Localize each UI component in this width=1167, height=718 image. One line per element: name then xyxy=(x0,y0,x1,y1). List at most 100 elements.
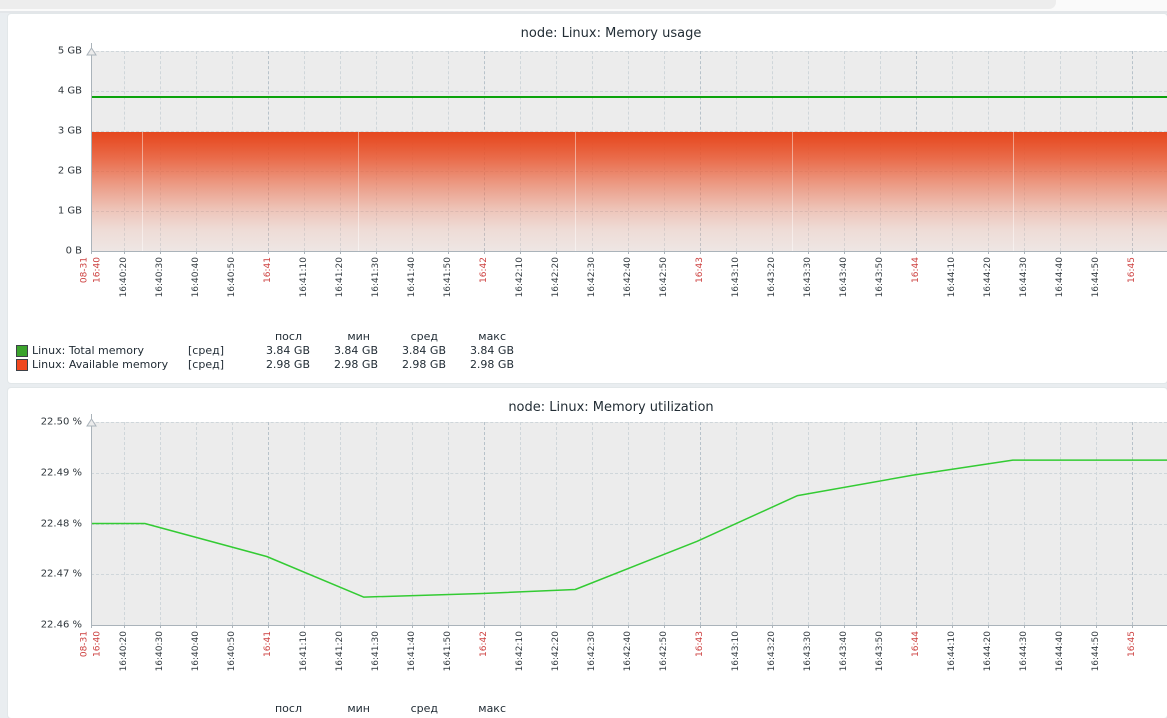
legend-column-header: сред xyxy=(378,702,446,716)
x-tick-label: 16:44:20 xyxy=(982,631,994,671)
memory-usage-panel: node: Linux: Memory usage послминсредмак… xyxy=(8,14,1167,383)
area-streak xyxy=(142,132,143,251)
legend-swatch xyxy=(16,345,28,357)
y-tick-label: 2 GB xyxy=(8,166,82,177)
memory-utilization-panel: node: Linux: Memory utilization послминс… xyxy=(8,388,1167,718)
memory-usage-legend: послминсредмаксLinux: Total memory[сред]… xyxy=(16,330,514,372)
x-tick-label: 16:41:40 xyxy=(406,257,418,297)
x-tick-label: 16:43:30 xyxy=(802,257,814,297)
legend-value: 3.84 GB xyxy=(242,344,310,358)
x-tick-label: 16:42:10 xyxy=(514,631,526,671)
legend-value: 2.98 GB xyxy=(378,358,446,372)
x-tick-label: 16:42:50 xyxy=(658,257,670,297)
series-area-available-memory xyxy=(91,132,1167,251)
x-tick-label: 16:44:30 xyxy=(1018,631,1030,671)
x-tick-label: 16:42:10 xyxy=(514,257,526,297)
x-tick-label: 16:43:10 xyxy=(730,257,742,297)
series-line-memory-utilization xyxy=(91,422,1167,625)
x-tick-label: 16:44:50 xyxy=(1090,631,1102,671)
legend-column-header: посл xyxy=(242,702,310,716)
y-axis-arrow-icon xyxy=(86,41,97,60)
x-tick-label: 16:42:30 xyxy=(586,257,598,297)
legend-value: 3.84 GB xyxy=(378,344,446,358)
legend-column-header: мин xyxy=(310,702,378,716)
x-tick-label: 16:43:40 xyxy=(838,631,850,671)
area-streak xyxy=(575,132,576,251)
area-streak xyxy=(1013,132,1014,251)
x-tick-label: 16:41:30 xyxy=(370,631,382,671)
x-tick-label: 16:40:30 xyxy=(154,631,166,671)
x-tick-label: 16:42 xyxy=(478,631,490,657)
x-tick-label: 16:41 xyxy=(262,631,274,657)
x-tick-label: 16:42:50 xyxy=(658,631,670,671)
legend-header-row: послминсредмакс xyxy=(16,702,514,716)
x-tick-label: 16:41:40 xyxy=(406,631,418,671)
y-tick-label: 22.47 % xyxy=(8,569,82,580)
y-axis xyxy=(91,414,92,625)
y-tick-label: 0 B xyxy=(8,246,82,257)
y-tick-label: 5 GB xyxy=(8,46,82,57)
y-tick-label: 22.46 % xyxy=(8,620,82,631)
x-tick-label: 16:41:20 xyxy=(334,631,346,671)
legend-column-header: макс xyxy=(446,702,514,716)
x-tick-label: 16:41 xyxy=(262,257,274,283)
x-tick-label: 16:40:40 xyxy=(190,257,202,297)
chart-title: node: Linux: Memory utilization xyxy=(91,400,1131,415)
chart-title: node: Linux: Memory usage xyxy=(91,26,1131,41)
y-tick-label: 22.48 % xyxy=(8,518,82,529)
legend-swatch-cell xyxy=(16,359,32,371)
x-tick-label: 16:43:10 xyxy=(730,631,742,671)
x-tick-label: 16:42:40 xyxy=(622,257,634,297)
x-tick-label: 16:41:50 xyxy=(442,631,454,671)
memory-utilization-plot[interactable] xyxy=(91,422,1167,625)
x-tick-label: 16:40:30 xyxy=(154,257,166,297)
legend-row: Linux: Total memory[сред]3.84 GB3.84 GB3… xyxy=(16,344,514,358)
legend-function-label: [сред] xyxy=(188,358,242,372)
x-axis xyxy=(91,251,1167,252)
y-tick-label: 3 GB xyxy=(8,126,82,137)
x-tick-label: 16:44:30 xyxy=(1018,257,1030,297)
x-tick-label: 16:42 xyxy=(478,257,490,283)
x-tick-label: 16:42:40 xyxy=(622,631,634,671)
y-axis-arrow-icon xyxy=(86,412,97,431)
x-tick-label: 16:43:20 xyxy=(766,631,778,671)
x-tick-label: 16:41:20 xyxy=(334,257,346,297)
x-tick-label: 16:44:40 xyxy=(1054,257,1066,297)
y-tick-label: 4 GB xyxy=(8,86,82,97)
window-chrome-strip xyxy=(0,0,1167,13)
legend-value: 3.84 GB xyxy=(446,344,514,358)
x-tick-label: 16:45 xyxy=(1126,631,1138,657)
x-tick-label: 16:44:50 xyxy=(1090,257,1102,297)
x-tick-label: 08-3116:40 xyxy=(79,257,104,283)
x-tick-label: 16:41:30 xyxy=(370,257,382,297)
legend-column-header: сред xyxy=(378,330,446,344)
y-axis xyxy=(91,43,92,251)
legend-value: 2.98 GB xyxy=(310,358,378,372)
x-tick-label: 16:44:10 xyxy=(946,631,958,671)
memory-usage-plot[interactable] xyxy=(91,51,1167,251)
memory-utilization-legend: послминсредмакс xyxy=(16,702,514,716)
x-tick-label: 16:41:10 xyxy=(298,631,310,671)
area-streak xyxy=(792,132,793,251)
legend-value: 2.98 GB xyxy=(242,358,310,372)
legend-row: Linux: Available memory[сред]2.98 GB2.98… xyxy=(16,358,514,372)
y-tick-label: 22.49 % xyxy=(8,467,82,478)
x-tick-label: 16:44 xyxy=(910,257,922,283)
x-tick-label: 16:40:50 xyxy=(226,257,238,297)
x-tick-label: 16:43:30 xyxy=(802,631,814,671)
legend-swatch xyxy=(16,359,28,371)
x-tick-label: 16:41:50 xyxy=(442,257,454,297)
x-tick-label: 16:43:20 xyxy=(766,257,778,297)
x-tick-label: 16:43:40 xyxy=(838,257,850,297)
browser-chrome-edge xyxy=(0,11,1167,13)
gridline-horizontal xyxy=(91,51,1167,52)
legend-swatch-cell xyxy=(16,345,32,357)
x-tick-label: 16:43 xyxy=(694,257,706,283)
legend-function-label: [сред] xyxy=(188,344,242,358)
series-line-total-memory xyxy=(91,96,1167,98)
legend-header-row: послминсредмакс xyxy=(16,330,514,344)
area-streak xyxy=(358,132,359,251)
legend-value: 2.98 GB xyxy=(446,358,514,372)
legend-column-header: посл xyxy=(242,330,310,344)
y-tick-label: 1 GB xyxy=(8,206,82,217)
